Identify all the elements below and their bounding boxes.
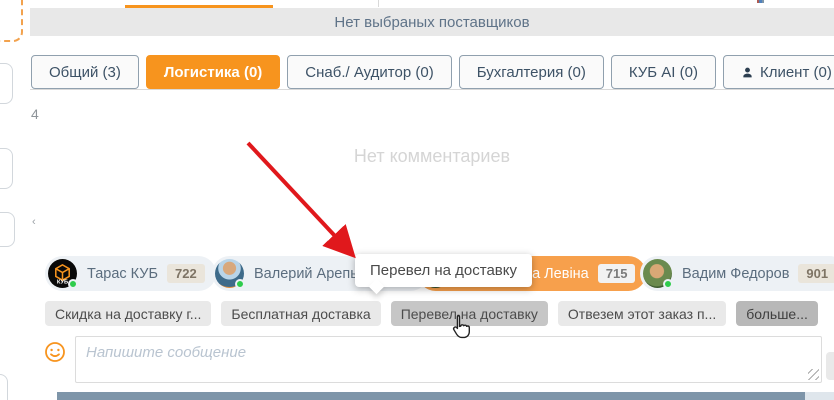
quick-reply-label: больше... [746,305,808,322]
gutter-caret: ‹ [32,216,36,228]
kub-avatar-label: КУБ [57,280,68,285]
no-suppliers-text: Нет выбраных поставщиков [334,13,530,31]
dashed-selection-corner [0,0,23,42]
quick-reply-tooltip: Перевел на доставку [355,254,533,287]
horizontal-scrollbar-thumb[interactable] [57,392,805,400]
comments-panel: 4 ‹ Нет выбраных поставщиков Общий (3) Л… [0,0,834,400]
message-input[interactable] [75,336,822,383]
quick-reply-free-delivery[interactable]: Бесплатная доставка [221,301,381,326]
cutoff-button-fragment [0,374,8,400]
quick-reply-discount[interactable]: Скидка на доставку г... [45,301,212,326]
tab-label: Снаб./ Аудитор (0) [305,63,434,81]
quick-replies-row: Скидка на доставку г... Бесплатная доста… [45,301,818,326]
avatar: КУБ [48,259,78,289]
tab-label: Клиент (0) [759,63,832,81]
online-status-dot [68,279,78,289]
participant-count-badge: 901 [798,264,834,283]
cutoff-button-fragment [0,148,13,189]
cutoff-button-fragment [0,212,15,247]
tab-obshchiy[interactable]: Общий (3) [31,55,139,89]
tab-logistika[interactable]: Логистика (0) [145,55,281,89]
cutoff-icon [757,0,764,3]
comments-tabbar: Общий (3) Логистика (0) Снаб./ Аудитор (… [31,55,834,89]
gutter-number: 4 [31,106,39,122]
quick-reply-label: Отвезем этот заказ п... [567,305,717,322]
tabbar-divider [30,89,834,90]
participant-chip-taras[interactable]: КУБ Тарас КУБ 722 [45,256,216,291]
tab-label: Общий (3) [49,63,121,81]
participant-chip-vadim[interactable]: Вадим Федоров 901 [640,256,834,291]
cutoff-button-fragment [0,63,13,104]
tooltip-text: Перевел на доставку [370,262,518,279]
emoji-icon[interactable] [44,341,66,363]
quick-reply-transferred[interactable]: Перевел на доставку [390,301,548,326]
tab-kub-ai[interactable]: КУБ AI (0) [610,55,716,89]
tab-label: Бухгалтерия (0) [476,63,586,81]
quick-reply-label: Перевел на доставку [400,305,538,322]
tab-snab-auditor[interactable]: Снаб./ Аудитор (0) [287,55,452,89]
empty-comments-text: Нет комментариев [353,146,511,166]
online-status-dot [663,279,673,289]
cutoff-send-button[interactable] [826,352,834,380]
tab-label: Логистика (0) [163,63,263,81]
tab-label: КУБ AI (0) [628,63,698,81]
quick-reply-label: Бесплатная доставка [231,305,371,322]
online-status-dot [235,279,245,289]
participant-name: Тарас КУБ [87,265,159,282]
quick-reply-more[interactable]: больше... [736,301,818,326]
participant-name: Валерий Арепье [254,265,366,282]
participant-count-badge: 722 [167,264,205,283]
avatar [215,259,245,289]
participant-name: Вадим Федоров [682,265,790,282]
tab-separator-line [378,0,379,7]
tab-klient[interactable]: Клиент (0) [722,55,834,89]
participant-count-badge: 715 [597,264,636,283]
person-icon [743,67,752,77]
avatar [643,259,673,289]
quick-reply-label: Скидка на доставку г... [55,305,202,322]
quick-reply-we-deliver[interactable]: Отвезем этот заказ п... [557,301,727,326]
no-suppliers-banner: Нет выбраных поставщиков [30,8,834,36]
tab-buhgalteriya[interactable]: Бухгалтерия (0) [458,55,604,89]
horizontal-scrollbar-track[interactable] [57,392,834,400]
